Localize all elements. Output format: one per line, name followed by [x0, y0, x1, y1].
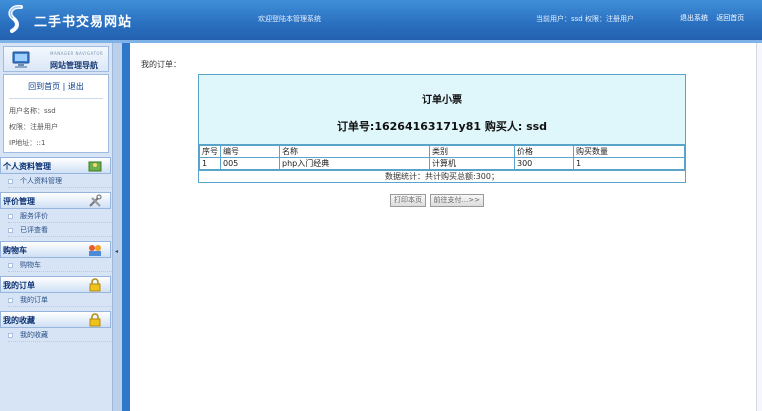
group-title-label: 我的收藏 [3, 316, 35, 325]
logout-link[interactable]: 退出系统 [680, 14, 708, 22]
back-home-link[interactable]: 回到首页 [28, 82, 60, 91]
sidebar-item-label: 已评查看 [20, 226, 48, 234]
table-cell: 1 [199, 157, 221, 170]
sidebar-item-label: 我的订单 [20, 296, 48, 304]
table-cell: 计算机 [429, 157, 515, 170]
logo-icon [8, 4, 23, 33]
column-header: 购买数量 [573, 145, 685, 158]
table-row: 1 005 php入门经典 计算机 300 1 [199, 157, 685, 170]
column-header: 序号 [199, 145, 221, 158]
print-button[interactable]: 打印本页 [390, 194, 426, 207]
sidebar-item-profile[interactable]: 个人资料管理 [8, 174, 112, 188]
column-header: 类别 [429, 145, 515, 158]
ticket-header: 订单小票 订单号:16264163171y81 购买人: ssd [199, 75, 685, 145]
order-ticket: 订单小票 订单号:16264163171y81 购买人: ssd 序号 编号 名… [198, 74, 686, 183]
top-header: 二手书交易网站 欢迎登陆本管理系统 当前用户：ssd 权限：注册用户 退出系统 … [0, 0, 762, 40]
sidebar-item-service-review[interactable]: 服务评价 [8, 209, 112, 223]
breadcrumb: 我的订单： [141, 60, 181, 69]
sidebar-item-my-favorites[interactable]: 我的收藏 [8, 328, 112, 342]
header-links: 退出系统 返回首页 [680, 13, 750, 23]
site-title: 二手书交易网站 [34, 15, 133, 30]
nav-header: MANAGER NAVIGATOR 网站管理导航 [3, 46, 109, 72]
sidebar-border-strip [122, 43, 130, 411]
group-orders: 我的订单 我的订单 [0, 276, 112, 307]
user-role: 权限：注册用户 [9, 123, 58, 131]
group-title-label: 我的订单 [3, 281, 35, 290]
sidebar-item-label: 个人资料管理 [20, 177, 62, 185]
column-header: 价格 [514, 145, 574, 158]
group-title-cart[interactable]: 购物车 [0, 241, 111, 258]
users-icon [89, 245, 101, 256]
user-name: 用户名称：ssd [9, 107, 56, 115]
user-ip: IP地址：::1 [9, 139, 46, 147]
welcome-text: 欢迎登陆本管理系统 [258, 15, 321, 23]
order-summary: 数据统计：共计购买总额:300； [199, 170, 685, 182]
sidebar-item-label: 服务评价 [20, 212, 48, 220]
column-header: 编号 [220, 145, 280, 158]
group-title-label: 购物车 [3, 246, 27, 255]
lock-icon [89, 313, 101, 327]
home-link[interactable]: 返回首页 [716, 14, 744, 22]
exit-link[interactable]: 退出 [68, 82, 84, 91]
nav-title: 网站管理导航 [50, 60, 98, 70]
table-cell: 005 [220, 157, 280, 170]
user-links: 回到首页 | 退出 [4, 75, 108, 92]
pay-button[interactable]: 前往支付...>> [429, 194, 484, 207]
group-title-favorites[interactable]: 我的收藏 [0, 311, 111, 328]
group-review: 评价管理 服务评价 已评查看 [0, 192, 112, 237]
ticket-title: 订单小票 [422, 95, 462, 106]
order-number: 订单号:16264163171y81 购买人: ssd [336, 120, 548, 133]
scrollbar-track[interactable] [756, 43, 762, 411]
table-header-row: 序号 编号 名称 类别 价格 购买数量 [199, 145, 685, 158]
link-separator: | [62, 82, 66, 91]
current-user-text: 当前用户：ssd 权限：注册用户 [536, 15, 634, 23]
group-title-profile[interactable]: 个人资料管理 [0, 157, 111, 174]
sidebar-collapse-handle[interactable]: ◂ [112, 43, 122, 411]
tools-icon [89, 194, 102, 207]
order-table: 序号 编号 名称 类别 价格 购买数量 1 005 php入门经典 计算机 30… [199, 145, 685, 170]
lock-icon [89, 278, 101, 292]
group-title-orders[interactable]: 我的订单 [0, 276, 111, 293]
group-title-label: 评价管理 [3, 197, 35, 206]
table-cell: 1 [573, 157, 685, 170]
group-title-review[interactable]: 评价管理 [0, 192, 111, 209]
sidebar: MANAGER NAVIGATOR 网站管理导航 回到首页 | 退出 用户名称：… [0, 43, 112, 411]
group-favorites: 我的收藏 我的收藏 [0, 311, 112, 342]
user-info: 用户名称：ssd 权限：注册用户 IP地址：::1 [9, 98, 103, 151]
sidebar-item-review-history[interactable]: 已评查看 [8, 223, 112, 237]
table-cell: 300 [514, 157, 574, 170]
table-cell: php入门经典 [279, 157, 430, 170]
sidebar-item-my-orders[interactable]: 我的订单 [8, 293, 112, 307]
nav-title-en: MANAGER NAVIGATOR [50, 51, 104, 56]
monitor-icon [12, 51, 30, 68]
sidebar-item-label: 购物车 [20, 261, 41, 269]
collapse-arrow-icon: ◂ [115, 248, 119, 255]
action-buttons: 打印本页 前往支付...>> [390, 194, 485, 207]
user-info-box: 回到首页 | 退出 用户名称：ssd 权限：注册用户 IP地址：::1 [3, 74, 109, 153]
group-profile: 个人资料管理 个人资料管理 [0, 157, 112, 188]
column-header: 名称 [279, 145, 430, 158]
user-card-icon [88, 161, 102, 172]
sidebar-item-cart[interactable]: 购物车 [8, 258, 112, 272]
sidebar-item-label: 我的收藏 [20, 331, 48, 339]
group-title-label: 个人资料管理 [3, 162, 51, 171]
group-cart: 购物车 购物车 [0, 241, 112, 272]
